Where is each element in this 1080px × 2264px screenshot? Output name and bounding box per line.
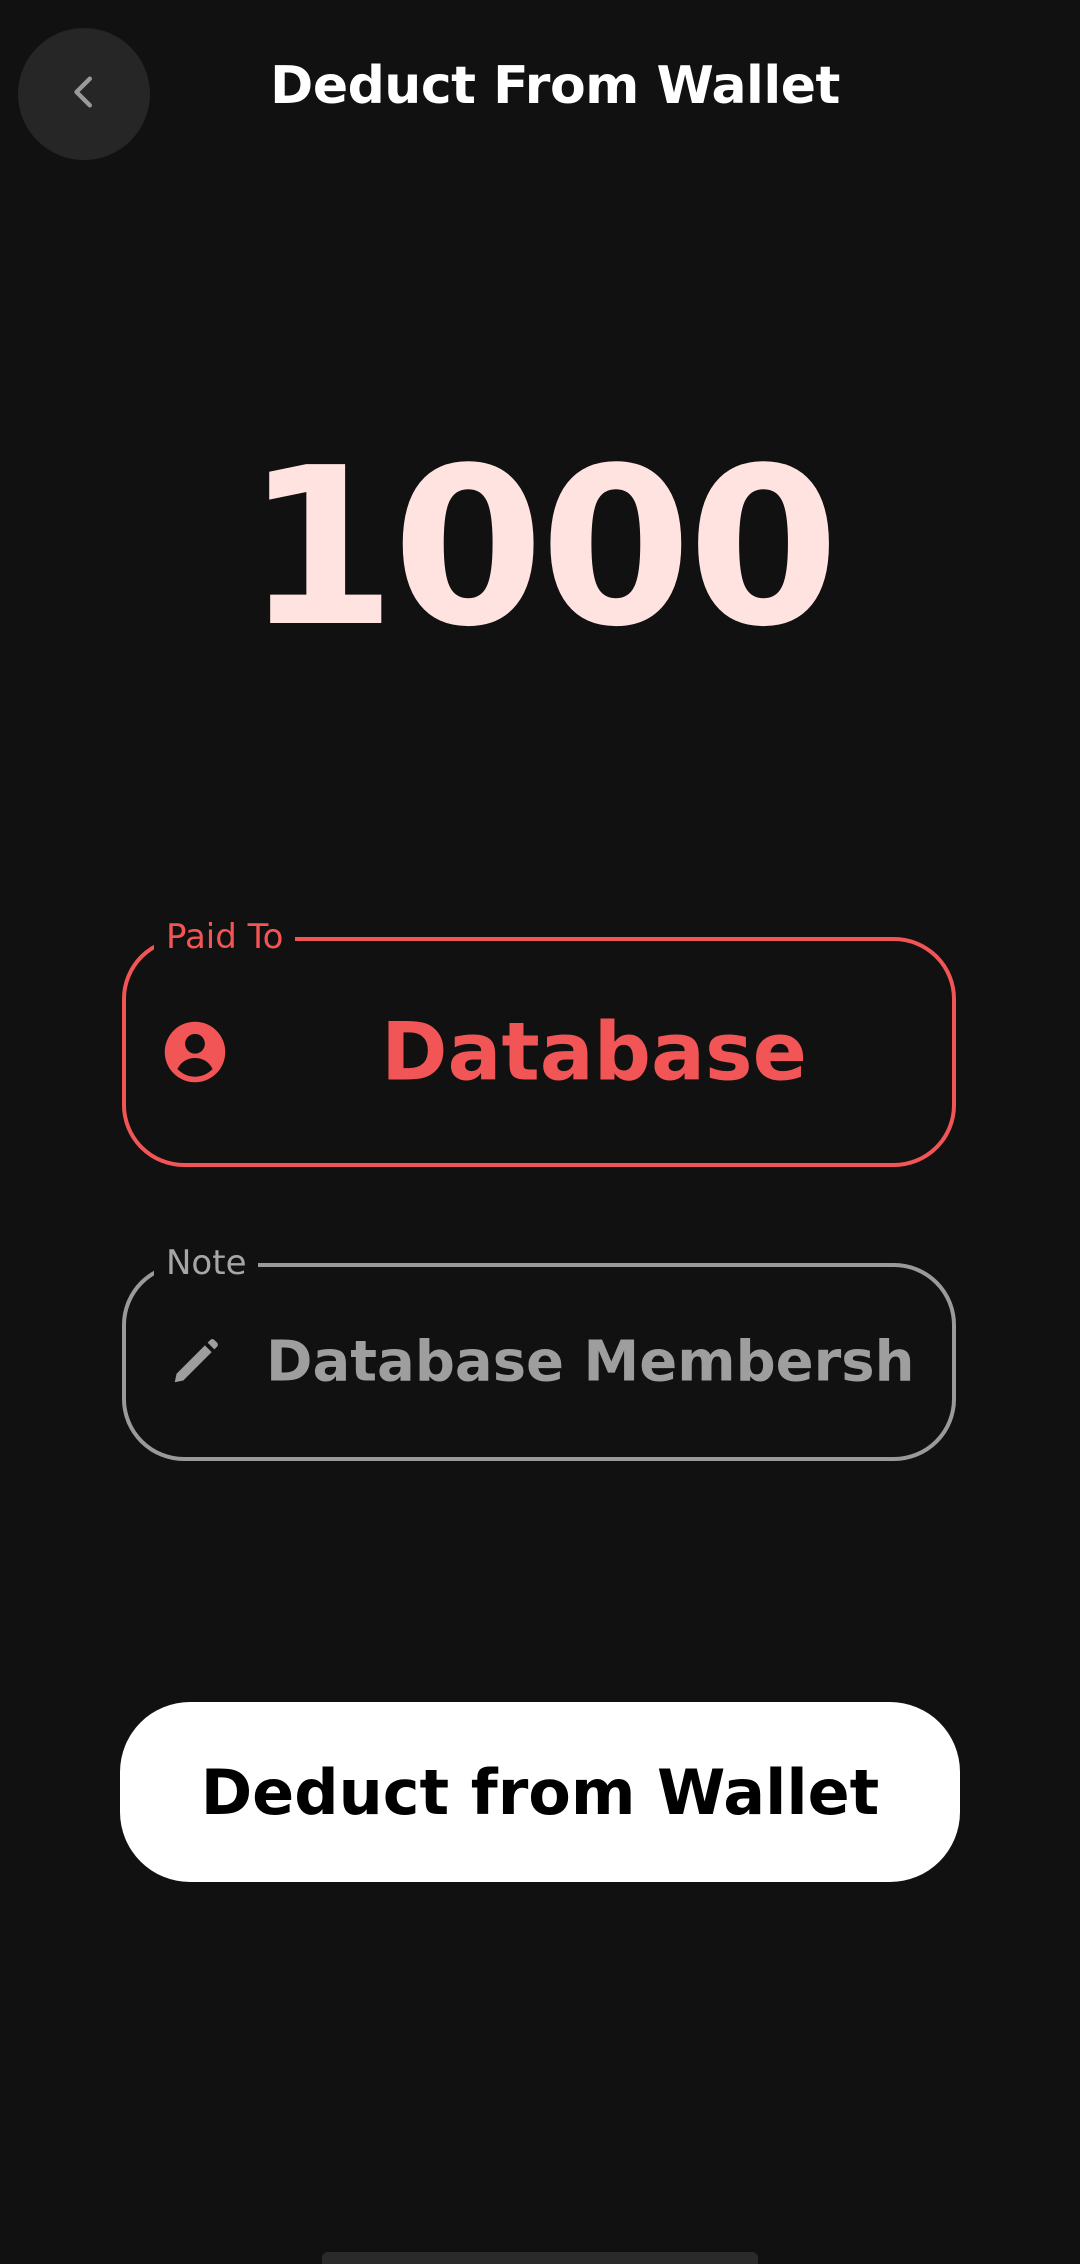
paid-to-field[interactable]: Paid To Database [122, 915, 956, 1167]
pencil-icon [168, 1335, 222, 1389]
note-value: Database Membership [266, 1329, 912, 1395]
amount-display[interactable]: 1000 [0, 440, 1080, 658]
paid-to-label: Paid To [154, 915, 296, 959]
deduct-from-wallet-button[interactable]: Deduct from Wallet [120, 1702, 960, 1882]
note-field[interactable]: Note Database Membership [122, 1241, 956, 1461]
note-label: Note [154, 1241, 259, 1285]
account-circle-icon [162, 1019, 228, 1085]
page-title: Deduct From Wallet [270, 56, 840, 116]
paid-to-value: Database [381, 1005, 807, 1099]
home-indicator[interactable] [322, 2252, 758, 2264]
